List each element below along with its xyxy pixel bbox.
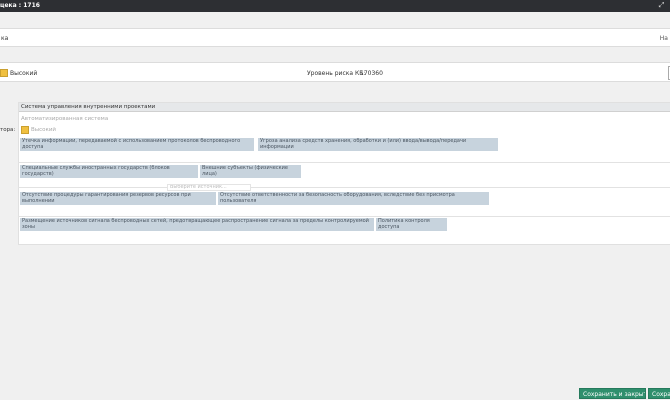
threat-chip[interactable]: Отсутствие процедуры гарантирования резе… [20,192,216,205]
ghost-field: Выберите источник... [167,184,251,191]
divider [18,162,670,163]
name-section: ка На [0,28,670,47]
dialog: цека : 1716 ⤢ ка На Высокий Уровень риск… [0,0,670,400]
threat-chip[interactable]: Внешние субъекты (физические лица) [200,165,301,178]
name-label: ка [1,35,9,42]
risk-score-value: 170360 [360,70,383,77]
save-and-close-button[interactable]: Сохранить и закрыть [579,388,646,399]
threat-chip[interactable]: Размещение источников сигнала беспроводн… [20,218,374,231]
risk-level-label: Высокий [10,70,38,77]
risk-score-label: Уровень риска КБ: [307,70,366,77]
system-type: Автоматизированная система [21,116,109,122]
severity-swatch [21,126,29,134]
name-right-label: На [659,35,668,42]
severity-label: Высокий [31,127,56,133]
system-name: Система управления внутренними проектами [21,104,156,110]
risk-level-swatch [0,69,8,77]
dialog-title-bar: цека : 1716 ⤢ [0,0,670,12]
divider [18,187,670,188]
risk-section: Высокий Уровень риска КБ: 170360 [0,62,670,82]
threat-chip[interactable]: Отсутствие ответственности за безопаснос… [218,192,489,205]
system-header: Система управления внутренними проектами [19,103,670,112]
footer: Сохранить и закрыть Сохранить [0,386,670,400]
threat-chip[interactable]: Политика контроля доступа [376,218,447,231]
divider [18,216,670,217]
threat-chip[interactable]: Угроза анализа средств хранения, обработ… [258,138,498,151]
threat-chip[interactable]: Специальные службы иностранных государст… [20,165,198,178]
source-side-label: тора: [0,127,16,133]
save-button[interactable]: Сохранить [648,388,670,399]
dialog-title: цека : 1716 [0,2,40,9]
expand-icon[interactable]: ⤢ [657,1,666,10]
threat-chip[interactable]: Утечка информации, передаваемой с исполь… [20,138,254,151]
